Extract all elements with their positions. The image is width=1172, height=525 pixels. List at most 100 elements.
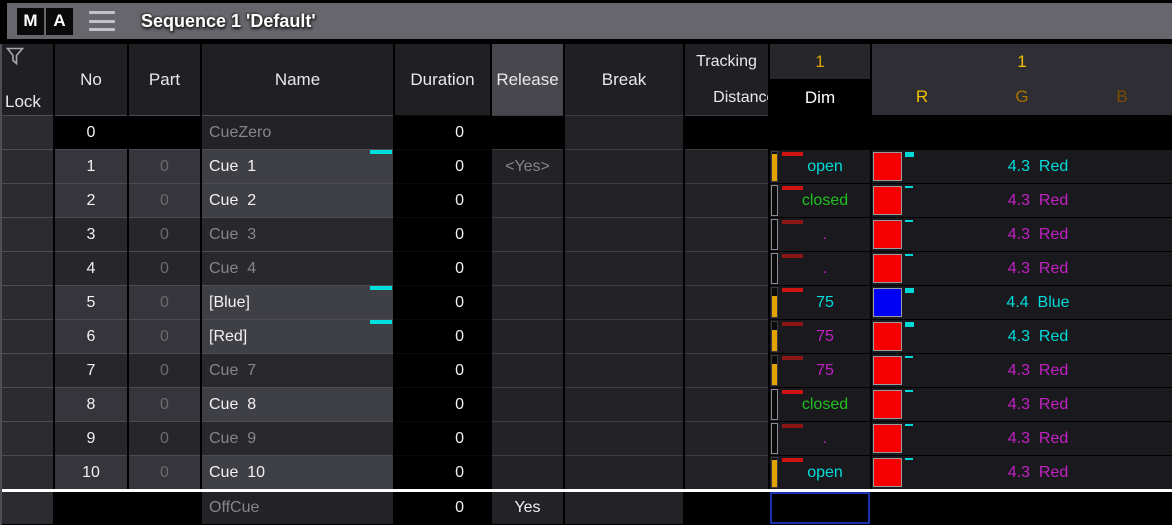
cell-break[interactable] [565,285,683,319]
cell-release[interactable]: <Yes> [492,149,563,183]
cell-lock[interactable] [2,285,53,319]
cell-name[interactable]: [Red] [202,319,393,353]
cell-color[interactable] [872,115,1172,149]
cue-row[interactable]: 10 0 Cue 10 0 open 4.3 Red [2,455,1172,489]
cell-break[interactable] [565,353,683,387]
cell-color[interactable]: 4.3 Red [872,353,1172,387]
cell-release[interactable] [492,387,563,421]
cell-dim[interactable]: . [770,251,870,285]
column-header-b[interactable]: B [1072,79,1172,114]
cell-part[interactable]: 0 [129,387,200,421]
column-header-no[interactable]: No [55,44,127,115]
cue-row[interactable]: 0 CueZero 0 [2,115,1172,149]
column-header-name[interactable]: Name [202,44,393,115]
cell-part[interactable]: 0 [129,455,200,489]
cell-dim[interactable]: 75 [770,353,870,387]
cell-duration[interactable]: 0 [395,115,490,149]
title-bar[interactable]: M A Sequence 1 'Default' [7,3,1172,39]
cell-release[interactable] [492,183,563,217]
cell-release[interactable] [492,251,563,285]
cell-tracking-distance[interactable] [685,455,768,489]
cell-color[interactable]: 4.3 Red [872,217,1172,251]
cell-part[interactable] [129,492,200,524]
cell-part[interactable]: 0 [129,421,200,455]
cell-part[interactable]: 0 [129,217,200,251]
cell-dim[interactable]: . [770,217,870,251]
cell-break[interactable] [565,492,683,524]
cell-cue-number[interactable]: 8 [55,387,127,421]
cell-break[interactable] [565,387,683,421]
cell-release[interactable]: Yes [492,492,563,524]
cell-break[interactable] [565,421,683,455]
cell-tracking-distance[interactable] [685,149,768,183]
cell-tracking-distance[interactable] [685,421,768,455]
cell-dim[interactable]: . [770,421,870,455]
cue-row[interactable]: 4 0 Cue 4 0 . 4.3 Red [2,251,1172,285]
ma-logo-button[interactable]: M A [17,8,73,35]
cell-dim[interactable]: open [770,455,870,489]
cell-cue-number[interactable]: 1 [55,149,127,183]
cell-name[interactable]: Cue 2 [202,183,393,217]
cell-cue-number[interactable]: 6 [55,319,127,353]
column-header-rgb-group[interactable]: 1 R G B [872,44,1172,115]
cell-tracking-distance[interactable] [685,183,768,217]
cell-dim[interactable]: closed [770,387,870,421]
cell-lock[interactable] [2,149,53,183]
cell-cue-number[interactable]: 0 [55,115,127,149]
list-menu-icon[interactable] [89,11,115,31]
cell-name[interactable]: OffCue [202,492,393,524]
cell-release[interactable] [492,455,563,489]
cue-row[interactable]: 7 0 Cue 7 0 75 4.3 Red [2,353,1172,387]
cell-cue-number[interactable]: 5 [55,285,127,319]
cell-duration[interactable]: 0 [395,149,490,183]
cell-name[interactable]: Cue 10 [202,455,393,489]
cell-cue-number[interactable]: 3 [55,217,127,251]
cell-break[interactable] [565,251,683,285]
cell-lock[interactable] [2,183,53,217]
column-header-r[interactable]: R [872,79,972,114]
cue-row[interactable]: 3 0 Cue 3 0 . 4.3 Red [2,217,1172,251]
cell-dim[interactable] [770,115,870,149]
cell-color[interactable]: 4.3 Red [872,387,1172,421]
cell-color[interactable]: 4.3 Red [872,455,1172,489]
cell-tracking-distance[interactable] [685,285,768,319]
column-header-lock[interactable]: Lock [2,44,53,115]
cell-tracking-distance[interactable] [685,115,768,149]
cell-lock[interactable] [2,421,53,455]
cell-name[interactable]: Cue 8 [202,387,393,421]
cell-cue-number[interactable]: 10 [55,455,127,489]
cell-lock[interactable] [2,115,53,149]
cell-tracking-distance[interactable] [685,251,768,285]
cell-part[interactable]: 0 [129,285,200,319]
cell-part[interactable]: 0 [129,149,200,183]
column-header-duration[interactable]: Duration [395,44,490,115]
cue-row[interactable]: 9 0 Cue 9 0 . 4.3 Red [2,421,1172,455]
cell-release[interactable] [492,285,563,319]
cell-duration[interactable]: 0 [395,353,490,387]
cell-color[interactable] [872,492,1172,524]
cell-name[interactable]: Cue 7 [202,353,393,387]
cell-release[interactable] [492,421,563,455]
cell-color[interactable]: 4.3 Red [872,251,1172,285]
column-header-tracking-distance[interactable]: Tracking Distance [685,44,768,115]
cue-row[interactable]: 2 0 Cue 2 0 closed 4.3 Red [2,183,1172,217]
cell-lock[interactable] [2,492,53,524]
cue-row[interactable]: 8 0 Cue 8 0 closed 4.3 Red [2,387,1172,421]
cell-cue-number[interactable]: 4 [55,251,127,285]
cell-name[interactable]: CueZero [202,115,393,149]
cell-part[interactable]: 0 [129,353,200,387]
cell-part[interactable]: 0 [129,319,200,353]
cue-row[interactable]: 6 0 [Red] 0 75 4.3 Red [2,319,1172,353]
column-header-dim-group[interactable]: 1 Dim [770,44,870,115]
column-header-dim[interactable]: Dim [770,80,870,115]
cell-lock[interactable] [2,319,53,353]
cue-row[interactable]: 5 0 [Blue] 0 75 4.4 Blue [2,285,1172,319]
cell-tracking-distance[interactable] [685,353,768,387]
cell-part[interactable]: 0 [129,183,200,217]
cell-lock[interactable] [2,387,53,421]
cell-name[interactable]: [Blue] [202,285,393,319]
cell-cue-number[interactable]: 2 [55,183,127,217]
cell-release[interactable] [492,353,563,387]
cue-row[interactable]: OffCue 0 Yes [2,492,1172,524]
cell-cue-number[interactable]: 7 [55,353,127,387]
